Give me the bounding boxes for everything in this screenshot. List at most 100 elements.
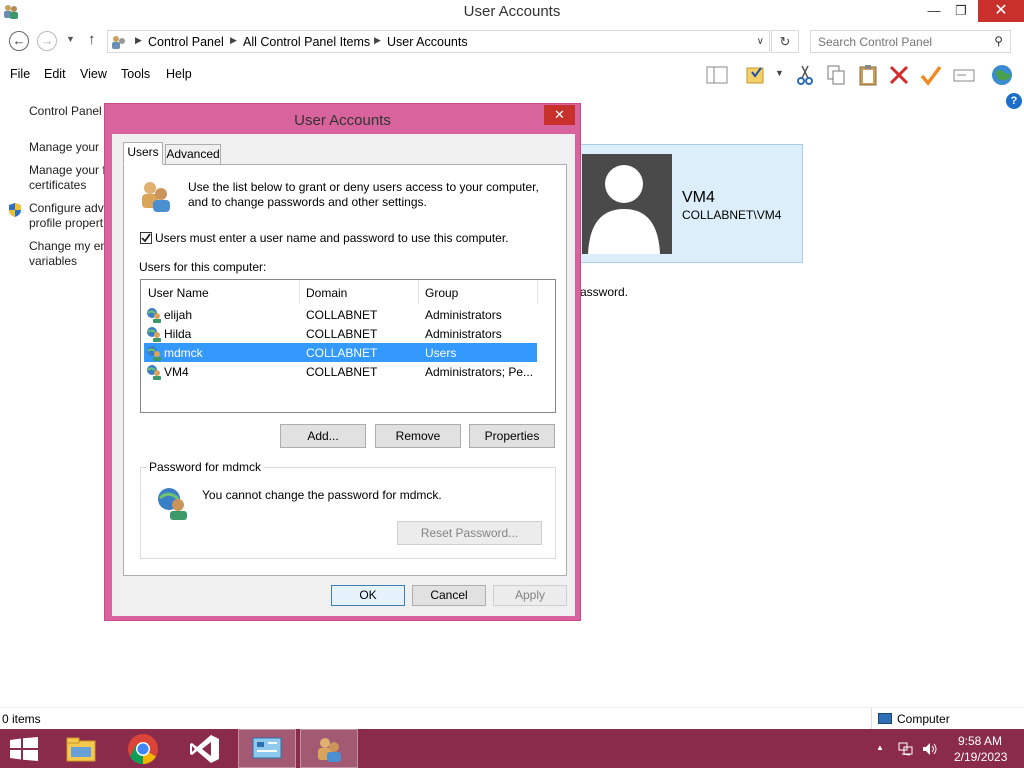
taskbar-user-accounts[interactable] bbox=[300, 729, 358, 768]
cell-group: Users bbox=[425, 346, 457, 360]
forward-arrow-icon[interactable]: → bbox=[37, 31, 57, 51]
globe-icon[interactable] bbox=[990, 64, 1014, 86]
domain-user-icon bbox=[147, 365, 161, 380]
table-row-selected[interactable]: mdmck COLLABNET Users bbox=[144, 343, 537, 362]
left-nav-link-manage-certificates-line2[interactable]: certificates bbox=[29, 178, 86, 192]
left-nav-link-manage-credentials[interactable]: Manage your bbox=[29, 140, 99, 154]
close-button[interactable]: ✕ bbox=[978, 0, 1024, 22]
file-explorer-icon bbox=[66, 737, 96, 762]
up-arrow-icon[interactable]: ↑ bbox=[88, 31, 96, 48]
window-titlebar: User Accounts — ❐ ✕ bbox=[0, 0, 1024, 24]
table-row[interactable]: VM4 COLLABNET Administrators; Pe... bbox=[144, 362, 537, 381]
users-list-view[interactable]: User Name Domain Group elijah COLLABNET … bbox=[140, 279, 556, 413]
chrome-icon bbox=[128, 734, 158, 765]
back-arrow-icon[interactable]: ← bbox=[9, 31, 29, 51]
apply-button[interactable]: Apply bbox=[493, 585, 567, 606]
status-bar: 0 items Computer bbox=[0, 707, 1024, 730]
item-count: 0 items bbox=[2, 712, 41, 726]
taskbar-chrome[interactable] bbox=[114, 729, 172, 768]
left-nav-link-environment-variables[interactable]: Change my en bbox=[29, 239, 107, 253]
clock-date[interactable]: 2/19/2023 bbox=[954, 750, 1007, 764]
refresh-icon[interactable]: ↻ bbox=[771, 30, 799, 53]
left-nav-link-configure-profile[interactable]: Configure adv bbox=[29, 201, 104, 215]
column-divider[interactable] bbox=[299, 280, 300, 304]
windows-start-icon[interactable] bbox=[10, 737, 38, 761]
maximize-button[interactable]: ❐ bbox=[946, 0, 976, 22]
breadcrumb-separator-icon[interactable]: ▶ bbox=[374, 35, 381, 46]
column-header-user-name[interactable]: User Name bbox=[148, 286, 209, 300]
cut-icon[interactable] bbox=[793, 64, 817, 86]
layout-icon[interactable] bbox=[705, 64, 729, 86]
password-group-title: Password for mdmck bbox=[146, 460, 265, 474]
delete-icon[interactable] bbox=[887, 64, 911, 86]
recent-locations-chevron-icon[interactable]: ▼ bbox=[66, 34, 75, 44]
ok-button[interactable]: OK bbox=[331, 585, 405, 606]
reset-password-button[interactable]: Reset Password... bbox=[397, 521, 542, 545]
menu-tools[interactable]: Tools bbox=[121, 67, 150, 81]
taskbar-control-panel[interactable] bbox=[238, 729, 296, 768]
volume-icon[interactable] bbox=[922, 741, 938, 757]
dialog-close-button[interactable]: ✕ bbox=[544, 105, 575, 125]
search-icon[interactable]: ⚲ bbox=[994, 34, 1003, 48]
control-panel-home-link[interactable]: Control Panel bbox=[29, 104, 102, 118]
cell-user-name: elijah bbox=[164, 308, 193, 322]
menu-view[interactable]: View bbox=[80, 67, 107, 81]
copy-icon[interactable] bbox=[824, 64, 848, 86]
properties-folder-icon[interactable] bbox=[744, 64, 768, 86]
dialog-title: User Accounts bbox=[294, 112, 391, 129]
intro-line-2: and to change passwords and other settin… bbox=[188, 195, 427, 209]
cell-group: Administrators; Pe... bbox=[425, 365, 534, 379]
breadcrumb-separator-icon[interactable]: ▶ bbox=[135, 35, 142, 46]
rename-icon[interactable] bbox=[952, 64, 976, 86]
users-group-icon bbox=[142, 182, 170, 212]
help-icon[interactable]: ? bbox=[1006, 93, 1022, 109]
users-tab-page: Use the list below to grant or deny user… bbox=[123, 164, 567, 576]
table-row[interactable]: elijah COLLABNET Administrators bbox=[144, 305, 537, 324]
require-password-checkbox[interactable] bbox=[140, 232, 152, 244]
left-nav-link-configure-profile-line2[interactable]: profile propert bbox=[29, 216, 103, 230]
toolbar-dropdown-chevron-icon[interactable]: ▼ bbox=[775, 68, 784, 78]
properties-button[interactable]: Properties bbox=[469, 424, 555, 448]
tab-users[interactable]: Users bbox=[123, 142, 163, 165]
user-accounts-icon bbox=[318, 738, 341, 762]
require-password-label[interactable]: Users must enter a user name and passwor… bbox=[155, 231, 509, 245]
address-dropdown-chevron-icon[interactable]: ∨ bbox=[757, 36, 764, 47]
menu-edit[interactable]: Edit bbox=[44, 67, 66, 81]
cell-user-name: VM4 bbox=[164, 365, 189, 379]
breadcrumb-control-panel[interactable]: Control Panel bbox=[148, 35, 224, 49]
taskbar-file-explorer[interactable] bbox=[52, 729, 110, 768]
dialog-body: Users Advanced Use the list below to gra… bbox=[112, 134, 575, 616]
menu-file[interactable]: File bbox=[10, 67, 30, 81]
network-icon[interactable] bbox=[898, 742, 914, 756]
current-user-name: VM4 bbox=[682, 189, 715, 206]
add-user-button[interactable]: Add... bbox=[280, 424, 366, 448]
taskbar-visual-studio[interactable] bbox=[176, 729, 234, 768]
column-header-domain[interactable]: Domain bbox=[306, 286, 347, 300]
left-nav-link-environment-variables-line2[interactable]: variables bbox=[29, 254, 77, 268]
left-nav-link-manage-certificates[interactable]: Manage your f bbox=[29, 163, 106, 177]
column-divider[interactable] bbox=[418, 280, 419, 304]
checkmark-icon[interactable] bbox=[919, 64, 943, 86]
user-accounts-dialog: User Accounts ✕ Users Advanced Use the l… bbox=[104, 103, 581, 621]
paste-icon[interactable] bbox=[856, 64, 880, 86]
address-bar[interactable]: ▶ Control Panel ▶ All Control Panel Item… bbox=[107, 30, 770, 53]
breadcrumb-user-accounts[interactable]: User Accounts bbox=[387, 35, 468, 49]
password-message: You cannot change the password for mdmck… bbox=[202, 488, 442, 502]
tab-advanced[interactable]: Advanced bbox=[165, 144, 221, 165]
table-row[interactable]: Hilda COLLABNET Administrators bbox=[144, 324, 537, 343]
remove-user-button[interactable]: Remove bbox=[375, 424, 461, 448]
search-box[interactable]: ⚲ bbox=[810, 30, 1011, 53]
minimize-button[interactable]: — bbox=[919, 0, 949, 22]
column-divider[interactable] bbox=[537, 280, 538, 304]
cancel-button[interactable]: Cancel bbox=[412, 585, 486, 606]
clock-time[interactable]: 9:58 AM bbox=[958, 734, 1002, 748]
search-input[interactable] bbox=[818, 35, 988, 49]
status-divider bbox=[871, 708, 872, 730]
visual-studio-icon bbox=[190, 735, 219, 763]
breadcrumb-all-items[interactable]: All Control Panel Items bbox=[243, 35, 370, 49]
menu-help[interactable]: Help bbox=[166, 67, 192, 81]
column-header-group[interactable]: Group bbox=[425, 286, 458, 300]
cell-group: Administrators bbox=[425, 308, 502, 322]
breadcrumb-separator-icon[interactable]: ▶ bbox=[230, 35, 237, 46]
show-hidden-icons-icon[interactable]: ▲ bbox=[876, 743, 884, 752]
